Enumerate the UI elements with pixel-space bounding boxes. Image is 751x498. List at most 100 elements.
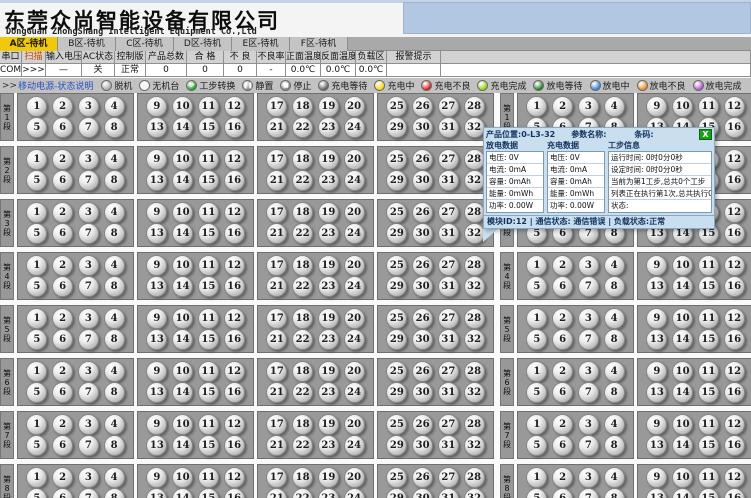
channel-button[interactable]: 27 xyxy=(438,96,459,117)
channel-button[interactable]: 1 xyxy=(526,255,547,276)
channel-button[interactable]: 8 xyxy=(104,223,125,244)
channel-button[interactable]: 12 xyxy=(224,255,245,276)
channel-button[interactable]: 10 xyxy=(672,96,693,117)
channel-button[interactable]: 24 xyxy=(344,223,365,244)
channel-button[interactable]: 12 xyxy=(724,308,745,329)
channel-button[interactable]: 21 xyxy=(266,170,287,191)
channel-button[interactable]: 4 xyxy=(104,361,125,382)
channel-button[interactable]: 12 xyxy=(724,467,745,488)
channel-button[interactable]: 5 xyxy=(26,223,47,244)
channel-button[interactable]: 12 xyxy=(724,255,745,276)
channel-button[interactable]: 4 xyxy=(604,361,625,382)
channel-button[interactable]: 21 xyxy=(266,223,287,244)
channel-button[interactable]: 3 xyxy=(78,467,99,488)
channel-button[interactable]: 19 xyxy=(318,467,339,488)
channel-button[interactable]: 10 xyxy=(672,467,693,488)
channel-button[interactable]: 14 xyxy=(172,488,193,498)
channel-button[interactable]: 30 xyxy=(412,435,433,456)
channel-button[interactable]: 20 xyxy=(344,361,365,382)
channel-button[interactable]: 17 xyxy=(266,149,287,170)
channel-button[interactable]: 16 xyxy=(724,117,745,138)
channel-button[interactable]: 18 xyxy=(292,308,313,329)
channel-button[interactable]: 12 xyxy=(224,202,245,223)
channel-button[interactable]: 7 xyxy=(78,276,99,297)
channel-button[interactable]: 11 xyxy=(698,414,719,435)
channel-button[interactable]: 12 xyxy=(724,414,745,435)
channel-button[interactable]: 15 xyxy=(198,223,219,244)
channel-button[interactable]: 24 xyxy=(344,276,365,297)
channel-button[interactable]: 16 xyxy=(724,223,745,244)
channel-button[interactable]: 7 xyxy=(78,223,99,244)
channel-button[interactable]: 3 xyxy=(78,202,99,223)
channel-button[interactable]: 26 xyxy=(412,414,433,435)
channel-button[interactable]: 18 xyxy=(292,361,313,382)
channel-button[interactable]: 20 xyxy=(344,414,365,435)
channel-button[interactable]: 11 xyxy=(698,361,719,382)
channel-button[interactable]: 23 xyxy=(318,488,339,498)
channel-button[interactable]: 31 xyxy=(438,382,459,403)
channel-button[interactable]: 9 xyxy=(146,361,167,382)
channel-button[interactable]: 13 xyxy=(146,170,167,191)
channel-button[interactable]: 1 xyxy=(526,414,547,435)
channel-button[interactable]: 26 xyxy=(412,308,433,329)
channel-button[interactable]: 30 xyxy=(412,488,433,498)
channel-button[interactable]: 15 xyxy=(698,435,719,456)
channel-button[interactable]: 21 xyxy=(266,329,287,350)
channel-button[interactable]: 19 xyxy=(318,308,339,329)
channel-button[interactable]: 9 xyxy=(146,96,167,117)
channel-button[interactable]: 3 xyxy=(78,361,99,382)
channel-button[interactable]: 15 xyxy=(198,329,219,350)
channel-button[interactable]: 14 xyxy=(672,488,693,498)
channel-button[interactable]: 10 xyxy=(172,202,193,223)
channel-button[interactable]: 15 xyxy=(198,488,219,498)
tab-zone-2[interactable]: C区-待机 xyxy=(116,37,174,51)
channel-button[interactable]: 2 xyxy=(52,308,73,329)
channel-button[interactable]: 16 xyxy=(724,488,745,498)
channel-button[interactable]: 20 xyxy=(344,202,365,223)
channel-button[interactable]: 9 xyxy=(146,255,167,276)
channel-button[interactable]: 1 xyxy=(26,414,47,435)
channel-button[interactable]: 12 xyxy=(724,361,745,382)
channel-button[interactable]: 23 xyxy=(318,223,339,244)
channel-button[interactable]: 11 xyxy=(198,414,219,435)
channel-button[interactable]: 15 xyxy=(198,382,219,403)
channel-button[interactable]: 16 xyxy=(224,223,245,244)
channel-button[interactable]: 10 xyxy=(172,96,193,117)
channel-button[interactable]: 9 xyxy=(646,361,667,382)
channel-button[interactable]: 30 xyxy=(412,382,433,403)
channel-button[interactable]: 8 xyxy=(104,488,125,498)
channel-button[interactable]: 10 xyxy=(672,361,693,382)
channel-button[interactable]: 18 xyxy=(292,414,313,435)
channel-button[interactable]: 3 xyxy=(78,96,99,117)
channel-button[interactable]: 10 xyxy=(672,308,693,329)
channel-button[interactable]: 22 xyxy=(292,329,313,350)
channel-button[interactable]: 32 xyxy=(464,276,485,297)
channel-button[interactable]: 32 xyxy=(464,170,485,191)
channel-button[interactable]: 4 xyxy=(604,467,625,488)
channel-button[interactable]: 31 xyxy=(438,329,459,350)
channel-button[interactable]: 28 xyxy=(464,96,485,117)
channel-button[interactable]: 4 xyxy=(104,308,125,329)
channel-button[interactable]: 8 xyxy=(104,435,125,456)
channel-button[interactable]: 5 xyxy=(26,382,47,403)
channel-button[interactable]: 19 xyxy=(318,361,339,382)
channel-button[interactable]: 3 xyxy=(78,414,99,435)
channel-button[interactable]: 24 xyxy=(344,488,365,498)
channel-button[interactable]: 10 xyxy=(672,414,693,435)
channel-button[interactable]: 15 xyxy=(198,170,219,191)
channel-button[interactable]: 14 xyxy=(672,329,693,350)
channel-button[interactable]: 24 xyxy=(344,382,365,403)
channel-button[interactable]: 22 xyxy=(292,382,313,403)
channel-button[interactable]: 28 xyxy=(464,361,485,382)
channel-button[interactable]: 10 xyxy=(172,255,193,276)
channel-button[interactable]: 21 xyxy=(266,276,287,297)
channel-button[interactable]: 14 xyxy=(172,329,193,350)
channel-button[interactable]: 15 xyxy=(698,276,719,297)
channel-button[interactable]: 24 xyxy=(344,329,365,350)
channel-button[interactable]: 16 xyxy=(224,276,245,297)
channel-button[interactable]: 1 xyxy=(26,202,47,223)
channel-button[interactable]: 11 xyxy=(198,467,219,488)
channel-button[interactable]: 16 xyxy=(224,488,245,498)
channel-button[interactable]: 5 xyxy=(526,276,547,297)
channel-button[interactable]: 7 xyxy=(578,329,599,350)
